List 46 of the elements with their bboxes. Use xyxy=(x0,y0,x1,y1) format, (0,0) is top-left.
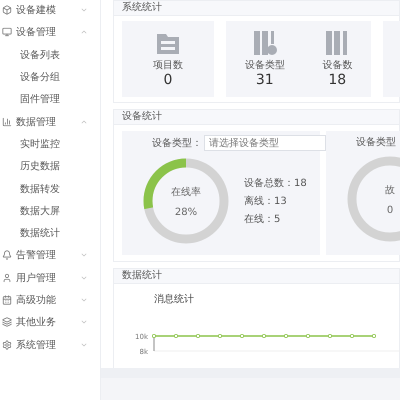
menu-item-icon xyxy=(2,295,12,305)
section-title: 设备统计 xyxy=(114,110,399,125)
menu-item-icon xyxy=(2,5,12,16)
sidebar-item[interactable]: 高级功能 xyxy=(0,288,100,312)
sidebar-item[interactable]: 其他业务 xyxy=(0,311,100,334)
legend-text: 在线：5 xyxy=(244,212,282,226)
sidebar-item[interactable]: 设备管理 xyxy=(0,21,100,44)
sidebar-subitem[interactable]: 设备分组 xyxy=(0,66,100,88)
filter-label: 设备类型： xyxy=(152,136,202,150)
sidebar-item[interactable]: 设备建模 xyxy=(0,0,100,22)
sidebar-subitem[interactable]: 设备列表 xyxy=(0,44,100,66)
stat-value: 18 xyxy=(328,72,346,88)
sidebar-subitem[interactable]: 实时监控 xyxy=(0,132,100,156)
stat-value: 0 xyxy=(164,72,172,88)
menu-item-icon xyxy=(2,340,12,350)
section-title: 数据统计 xyxy=(114,269,399,284)
stat-label: 项目数 xyxy=(153,59,183,72)
chart-title: 消息统计 xyxy=(154,292,195,306)
donut-label: 故 xyxy=(385,184,395,196)
menu-item-icon xyxy=(2,272,12,283)
server-rack-icon xyxy=(252,30,278,56)
stat-label: 设备类型 xyxy=(244,58,285,72)
menu-item-icon xyxy=(2,317,12,328)
donut-value: 0 xyxy=(386,204,394,216)
sidebar-subitem[interactable]: 历史数据 xyxy=(0,155,100,178)
stat-label: 设备数 xyxy=(322,59,352,72)
filter-label: 设备类型 xyxy=(356,136,396,149)
sidebar-subitem[interactable]: 数据大屏 xyxy=(0,200,100,222)
menu-item-icon xyxy=(2,250,12,260)
sidebar-item[interactable]: 数据管理 xyxy=(0,110,100,133)
sidebar-item[interactable]: 告警管理 xyxy=(0,244,100,267)
menu-item-icon xyxy=(2,116,12,127)
sidebar-item[interactable]: 用户管理 xyxy=(0,266,100,289)
sidebar-subitem[interactable]: 固件管理 xyxy=(0,88,100,110)
stat-value: 31 xyxy=(256,72,274,88)
section-title: 系统统计 xyxy=(114,1,399,16)
sidebar-subitem[interactable]: 数据转发 xyxy=(0,177,100,200)
donut-label: 在线率 xyxy=(171,186,201,198)
type-select-field[interactable]: 请选择设备类型 xyxy=(204,135,326,151)
donut-value: 28% xyxy=(174,206,198,218)
legend-text: 离线：13 xyxy=(244,194,288,208)
menu-item-icon xyxy=(2,27,12,38)
sidebar-subitem[interactable]: 数据统计 xyxy=(0,222,100,244)
legend-text: 设备总数：18 xyxy=(244,176,307,190)
chevron-icon xyxy=(80,296,88,304)
sidebar-item[interactable]: 系统管理 xyxy=(0,333,100,356)
